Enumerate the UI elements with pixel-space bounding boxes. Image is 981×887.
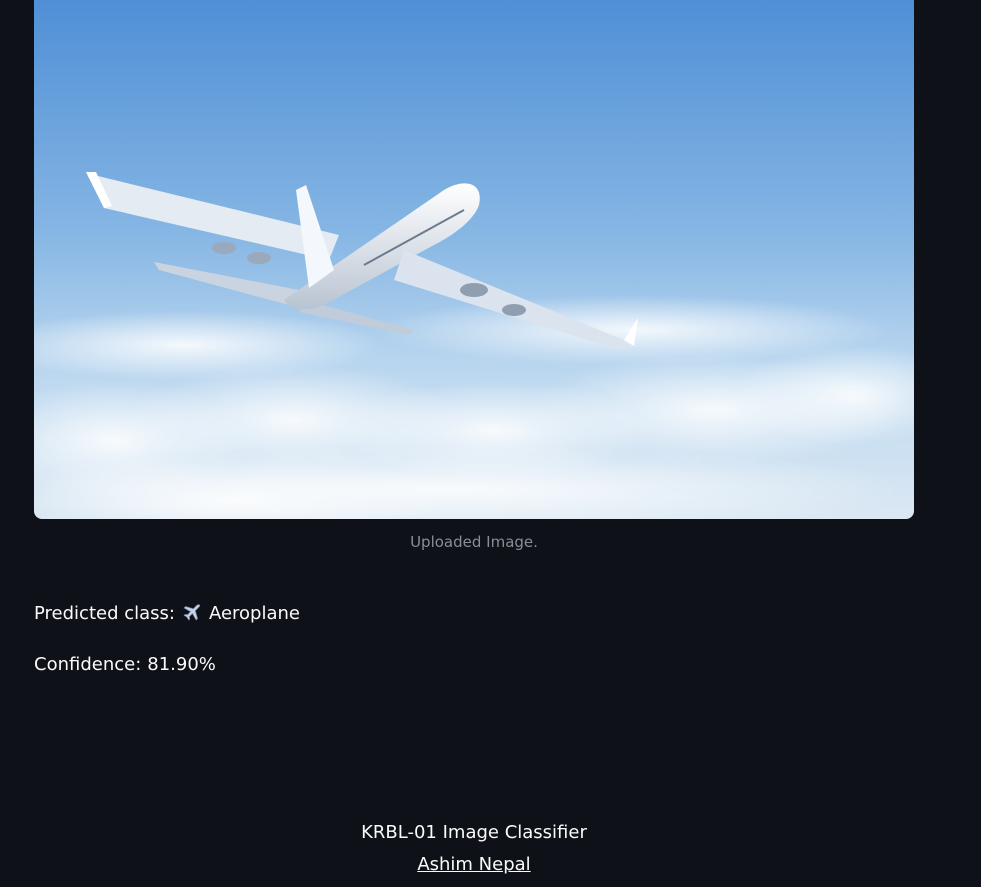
confidence-line: Confidence: 81.90% — [34, 654, 216, 675]
predicted-class-line: Predicted class: Aeroplane — [34, 602, 300, 624]
footer-author: Ashim Nepal — [34, 854, 914, 875]
footer-title: KRBL-01 Image Classifier — [361, 822, 587, 843]
image-caption: Uploaded Image. — [410, 533, 538, 551]
app-page: Uploaded Image. Predicted class: Aeropla… — [0, 0, 981, 887]
confidence-label: Confidence: — [34, 654, 142, 675]
airplane-icon — [183, 604, 201, 621]
predicted-class-value: Aeroplane — [208, 602, 300, 624]
confidence-value: 81.90% — [147, 654, 216, 675]
predicted-class-label: Predicted class: — [34, 602, 175, 624]
uploaded-image — [34, 0, 914, 519]
author-link[interactable]: Ashim Nepal — [417, 854, 530, 875]
